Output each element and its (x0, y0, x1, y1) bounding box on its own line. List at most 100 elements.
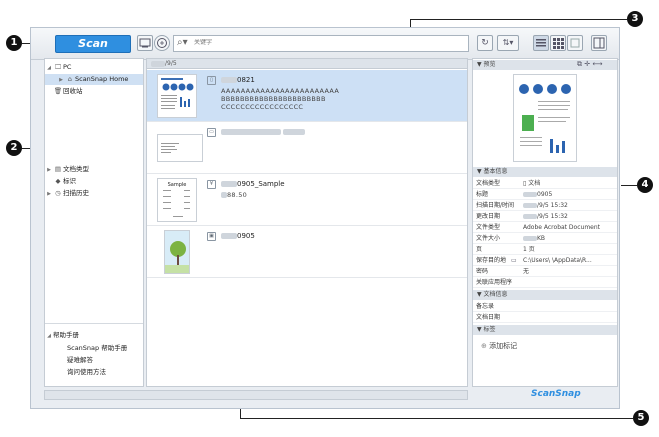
tree-item-pc[interactable]: ◢ 🖵 PC (45, 62, 143, 73)
preview-header-label: 预览 (483, 61, 496, 68)
list-item[interactable]: ▯ 0821 AAAAAAAAAAAAAAAAAAAAAAAA BBBBBBBB… (147, 70, 467, 122)
card-thumbnail (157, 134, 203, 162)
receipt-file-icon: ¥ (207, 180, 216, 189)
date-group-header: /9/5 (147, 59, 467, 69)
status-bar (44, 390, 468, 400)
help-item-manual[interactable]: ScanSnap 帮助手册 (67, 343, 127, 354)
doc-info-section-header[interactable]: ▼ 文档信息 (473, 290, 617, 300)
list-item[interactable]: ▭ (147, 122, 467, 174)
expand-arrow-icon[interactable]: ▶ (45, 189, 53, 200)
callout-4: 4 (637, 177, 653, 193)
scan-button[interactable]: Scan (55, 35, 131, 53)
folder-icon[interactable]: ▭ (511, 255, 517, 265)
refresh-icon[interactable]: ↻ (477, 35, 493, 51)
content-list-pane: /9/5 ▯ 0821 AAAAAAAAAAAAAAAAAAAAAAAA BBB… (146, 58, 468, 387)
basic-info-section-header[interactable]: ▼ 基本信息 (473, 167, 617, 177)
view-scan-icon[interactable] (137, 35, 153, 51)
callout-4-line (621, 185, 637, 186)
pdf-file-icon: ▯ (207, 76, 216, 85)
prop-row-save-destination[interactable]: 保存目的地 ▭ C:\Users\ \AppData\R... (473, 255, 617, 266)
large-view-icon[interactable] (567, 35, 583, 51)
scansnap-logo: ScanSnap (531, 389, 581, 399)
toolbar: Scan ⌕▾ ↻ ⇅▾ (31, 28, 619, 60)
tree-item-recycle-bin[interactable]: 🗑回收站 (45, 86, 83, 97)
expand-arrow-icon[interactable]: ▶ (57, 75, 65, 86)
tags-header-label: 标签 (483, 326, 496, 333)
prop-row-memo[interactable]: 备忘录 (473, 301, 617, 312)
prop-row-file-type: 文件类型 Adobe Acrobat Document (473, 222, 617, 233)
item-title (221, 128, 306, 136)
preview-page-image (513, 74, 577, 162)
item-text-line-1: AAAAAAAAAAAAAAAAAAAAAAAA (221, 87, 340, 95)
doc-info-header-label: 文档信息 (483, 291, 508, 298)
item-title: 0821 (221, 76, 255, 84)
add-tag-label: 添加标记 (489, 342, 518, 350)
sort-icon[interactable]: ⇅▾ (497, 35, 519, 51)
search-box[interactable]: ⌕▾ (173, 35, 469, 52)
tree-label-scan-history: 扫描历史 (63, 189, 89, 197)
tree-item-scan-history[interactable]: ▶ ◷ 扫描历史 (45, 188, 89, 199)
add-circle-icon: ⊕ (481, 342, 487, 350)
prop-row-linked-app[interactable]: 关联应用程序 (473, 277, 617, 288)
help-divider (45, 323, 143, 324)
help-item-how-to-use[interactable]: 询问使用方法 (67, 367, 106, 378)
prop-row-file-size: 文件大小 KB (473, 233, 617, 244)
home-icon: ⌂ (67, 75, 73, 83)
collapse-arrow-icon[interactable]: ◢ (45, 331, 53, 342)
tree-item-tags[interactable]: ◆ 标识 (45, 176, 77, 187)
left-navigation-pane: ◢ 🖵 PC ▶ ⌂ ScanSnap Home 🗑回收站 ▶ ▤ 文档类型 ◆ 标识 ▶ ◷ 扫… (44, 58, 144, 387)
prop-row-password: 密码无 (473, 266, 617, 277)
list-item[interactable]: ▣ 0905 (147, 226, 467, 278)
zoom-fit-icon[interactable]: ✛ (584, 60, 590, 68)
thumbnail-view-icon[interactable] (550, 35, 566, 51)
prop-row-modified-date: 更改日期/9/5 15:32 (473, 211, 617, 222)
zoom-slider-icon[interactable]: ⟷ (592, 60, 602, 68)
prop-row-pages: 页1 页 (473, 244, 617, 255)
prop-row-title[interactable]: 标题 0905 (473, 189, 617, 200)
add-tag-button[interactable]: ⊕ 添加标记 (481, 341, 517, 351)
list-view-icon[interactable] (533, 35, 549, 51)
tree-label-recycle-bin: 回收站 (63, 87, 83, 95)
panel-toggle-icon[interactable] (591, 35, 607, 51)
document-type-icon: ▤ (54, 165, 62, 173)
receipt-thumbnail: Sample (157, 178, 197, 222)
prop-row-scan-datetime: 扫描日期/时间/9/5 15:32 (473, 200, 617, 211)
item-text-line-3: CCCCCCCCCCCCCCCCC (221, 103, 304, 111)
scansnap-home-window: Scan ⌕▾ ↻ ⇅▾ ◢🖵PC ▶⌂ScanSnap (30, 27, 620, 409)
tree-label-pc: PC (63, 63, 72, 71)
trash-icon: 🗑 (53, 87, 63, 95)
tag-icon: ◆ (55, 177, 61, 185)
item-text-line-2: BBBBBBBBBBBBBBBBBBBBBB (221, 95, 326, 103)
collapse-arrow-icon[interactable]: ◢ (45, 63, 53, 74)
tree-label-tags: 标识 (63, 177, 76, 185)
callout-3: 3 (627, 11, 643, 27)
preview-tool-icons: ⧉ ✛ ⟷ (577, 60, 602, 69)
callout-3-line-h (410, 19, 627, 20)
help-header-label: 帮助手册 (53, 331, 79, 339)
tree-item-doc-type[interactable]: ▶ ▤ 文档类型 (45, 164, 89, 175)
callout-2: 2 (6, 140, 22, 156)
basic-info-header-label: 基本信息 (483, 168, 508, 175)
blurred-year (151, 60, 165, 67)
expand-arrow-icon[interactable]: ▶ (45, 165, 53, 176)
tree-label-scansnap-home: ScanSnap Home (75, 75, 129, 83)
card-file-icon: ▭ (207, 128, 216, 137)
list-item[interactable]: Sample ¥ 0905_Sample 88.50 (147, 174, 467, 226)
tags-section-header[interactable]: ▼ 标签 (473, 325, 617, 335)
help-header[interactable]: ◢ 帮助手册 (45, 330, 79, 341)
help-item-troubleshooting[interactable]: 疑难解答 (67, 355, 93, 366)
callout-5: 5 (633, 410, 649, 426)
cloud-sync-icon[interactable] (154, 35, 170, 51)
search-icon: ⌕▾ (177, 37, 188, 48)
callout-1: 1 (6, 35, 22, 51)
prop-row-doc-type: 文档类型 ▯ 文档 (473, 178, 617, 189)
item-amount: 88.50 (221, 191, 247, 199)
tree-label-doc-type: 文档类型 (63, 165, 89, 173)
tree-item-scansnap-home[interactable]: ▶ ⌂ ScanSnap Home (45, 74, 143, 85)
document-thumbnail (157, 74, 197, 118)
open-image-icon[interactable]: ⧉ (577, 60, 582, 68)
prop-row-doc-date[interactable]: 文档日期 (473, 312, 617, 323)
document-type-icon: ▯ (523, 180, 527, 187)
date-group-label: /9/5 (165, 60, 177, 67)
search-input[interactable] (194, 39, 464, 46)
